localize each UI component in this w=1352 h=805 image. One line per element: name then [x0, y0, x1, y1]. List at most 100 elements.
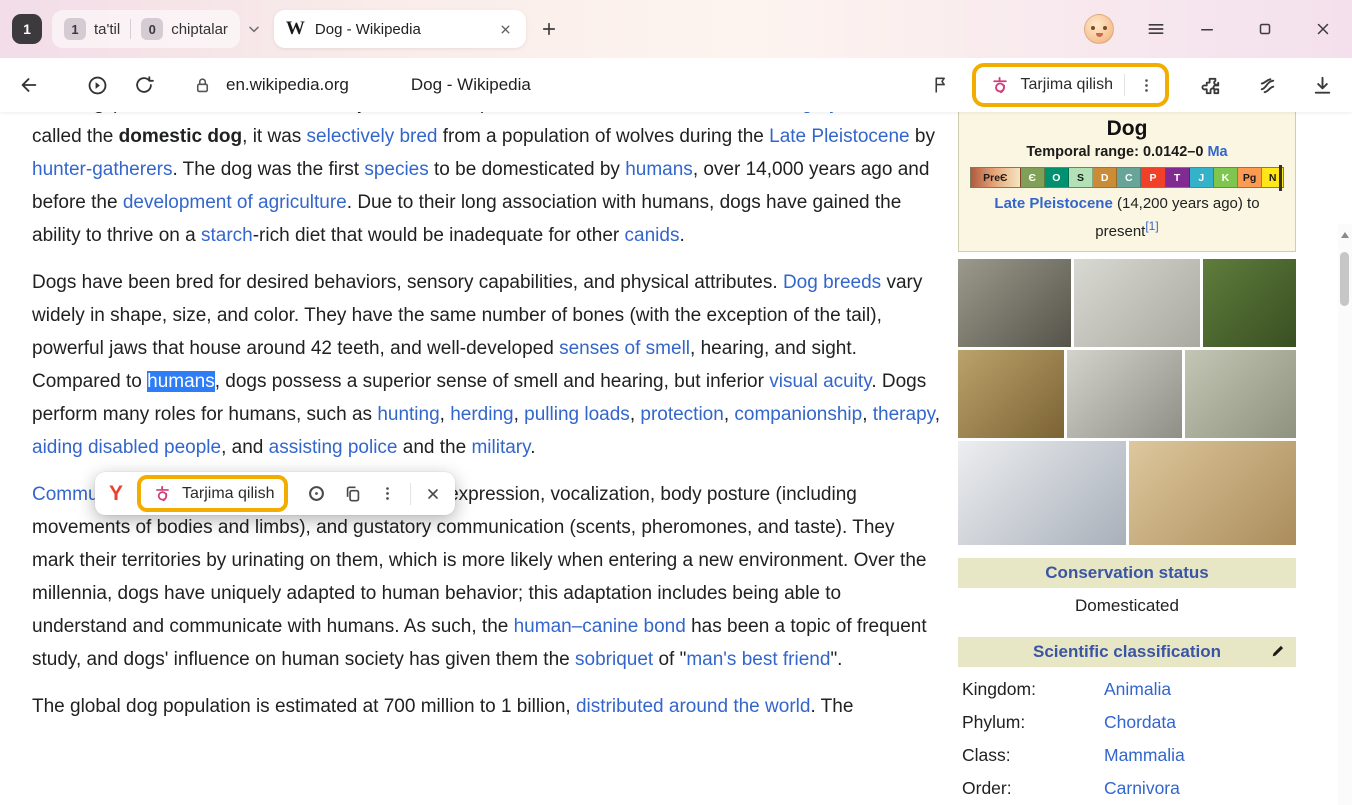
wiki-link[interactable]: canids: [625, 225, 680, 246]
dog-photo[interactable]: [1067, 350, 1183, 438]
refresh-icon[interactable]: [131, 72, 157, 98]
copy-icon[interactable]: [341, 482, 365, 506]
taxon-link[interactable]: Animalia: [1104, 679, 1171, 700]
address-page-title[interactable]: Dog - Wikipedia: [411, 75, 912, 95]
chevron-down-icon[interactable]: [244, 19, 264, 39]
timescale-segment[interactable]: Є: [1021, 168, 1045, 187]
ma-link[interactable]: Ma: [1207, 144, 1227, 160]
translate-kebab-icon[interactable]: [1136, 75, 1157, 96]
tab-group[interactable]: 0chiptalar: [141, 18, 228, 40]
text-segment: domestic dog: [119, 126, 243, 147]
text-segment: and the: [398, 437, 472, 458]
dog-photo[interactable]: [958, 350, 1064, 438]
dog-photo[interactable]: [1185, 350, 1296, 438]
translate-icon: [988, 73, 1012, 97]
text-segment: . The dog was the first: [172, 159, 364, 180]
yandex-search-button[interactable]: Y: [107, 482, 125, 506]
photo-row: [958, 441, 1296, 545]
taxon-link[interactable]: Mammalia: [1104, 745, 1185, 766]
timescale-segment[interactable]: J: [1190, 168, 1214, 187]
wiki-link[interactable]: hunting: [377, 404, 439, 425]
timescale-segment[interactable]: PreЄ: [971, 168, 1021, 187]
wiki-link[interactable]: starch: [201, 225, 253, 246]
popup-translate-button[interactable]: Tarjima qilish: [137, 475, 288, 512]
menu-icon[interactable]: [1144, 17, 1168, 41]
active-tab[interactable]: W Dog - Wikipedia: [274, 10, 526, 48]
wiki-link[interactable]: senses of smell: [559, 338, 690, 359]
article-paragraph: The dog (Canis familiaris or Canis lupus…: [32, 112, 940, 252]
wiki-link[interactable]: humans: [625, 159, 693, 180]
taxon-link[interactable]: Chordata: [1104, 712, 1176, 733]
scroll-up-arrow[interactable]: [1341, 232, 1349, 238]
collections-icon[interactable]: [1254, 72, 1281, 99]
dog-photo[interactable]: [1129, 441, 1297, 545]
dog-photo[interactable]: [1074, 259, 1200, 347]
translate-button[interactable]: Tarjima qilish: [972, 63, 1169, 107]
text-segment: or: [257, 112, 284, 114]
article-column: The dog (Canis familiaris or Canis lupus…: [32, 112, 940, 737]
wiki-link[interactable]: man's best friend: [686, 649, 830, 670]
yandex-browser-icon[interactable]: [84, 72, 111, 99]
text-segment: The: [32, 112, 70, 114]
geologic-timescale-bar[interactable]: PreЄЄOSDCPTJKPgN: [970, 167, 1284, 188]
scrollbar-thumb[interactable]: [1340, 252, 1349, 306]
wiki-link[interactable]: sobriquet: [575, 649, 653, 670]
edit-pencil-icon[interactable]: [1270, 643, 1286, 659]
timescale-segment[interactable]: K: [1214, 168, 1238, 187]
minimize-button[interactable]: [1196, 18, 1218, 40]
tab-list-button[interactable]: 1: [12, 14, 42, 44]
back-button[interactable]: [16, 72, 42, 98]
timescale-segment[interactable]: O: [1045, 168, 1069, 187]
wiki-link[interactable]: Dog breeds: [783, 272, 881, 293]
timescale-segment[interactable]: T: [1166, 168, 1190, 187]
wiki-link[interactable]: selectively bred: [307, 126, 438, 147]
dog-photo[interactable]: [958, 259, 1071, 347]
maximize-button[interactable]: [1254, 18, 1276, 40]
wiki-link[interactable]: pulling loads: [524, 404, 630, 425]
wiki-link[interactable]: development of agriculture: [123, 192, 347, 213]
wiki-link[interactable]: Late Pleistocene: [769, 126, 910, 147]
timescale-segment[interactable]: P: [1141, 168, 1165, 187]
article-paragraphs: The dog (Canis familiaris or Canis lupus…: [32, 112, 940, 723]
wiki-link[interactable]: visual acuity: [769, 371, 871, 392]
taxon-link[interactable]: Carnivora: [1104, 778, 1180, 799]
wiki-link[interactable]: companionship: [734, 404, 862, 425]
tab-groups: 1ta'til 0chiptalar: [52, 10, 240, 48]
wiki-link[interactable]: herding: [450, 404, 513, 425]
wiki-link[interactable]: distributed around the world: [576, 696, 810, 717]
site-lock-icon[interactable]: [191, 74, 214, 97]
dog-photo[interactable]: [958, 441, 1126, 545]
url-domain[interactable]: en.wikipedia.org: [226, 75, 349, 95]
wiki-link[interactable]: protection: [640, 404, 723, 425]
wiki-link[interactable]: therapy: [873, 404, 935, 425]
wiki-link[interactable]: assisting police: [269, 437, 398, 458]
timescale-segment[interactable]: C: [1117, 168, 1141, 187]
tab-group[interactable]: 1ta'til: [64, 18, 120, 40]
close-button[interactable]: [1312, 18, 1334, 40]
alice-ai-icon[interactable]: [304, 481, 329, 506]
download-icon[interactable]: [1309, 72, 1336, 99]
popup-kebab-icon[interactable]: [377, 483, 398, 504]
vertical-scrollbar[interactable]: [1338, 224, 1352, 805]
wiki-link[interactable]: species: [364, 159, 428, 180]
wiki-link[interactable]: military: [471, 437, 530, 458]
profile-avatar[interactable]: [1084, 14, 1114, 44]
wiki-link[interactable]: hunter-gatherers: [32, 159, 172, 180]
wiki-link[interactable]: gray wolf: [802, 112, 878, 114]
popup-close-icon[interactable]: [423, 484, 443, 504]
new-tab-button[interactable]: [538, 18, 560, 40]
timescale-segment[interactable]: D: [1093, 168, 1117, 187]
dog-photo[interactable]: [1203, 259, 1296, 347]
classification-row: Class:Mammalia: [962, 739, 1292, 772]
bookmark-flag-icon[interactable]: [928, 73, 952, 97]
reference-link[interactable]: [1]: [1145, 219, 1158, 233]
wiki-link[interactable]: Late Pleistocene: [994, 195, 1112, 212]
text-segment: ,: [935, 404, 940, 425]
text-segment: from a population of wolves during the: [438, 126, 770, 147]
extensions-puzzle-icon[interactable]: [1199, 72, 1226, 99]
wiki-link[interactable]: human–canine bond: [514, 616, 686, 637]
timescale-segment[interactable]: Pg: [1238, 168, 1262, 187]
tab-close-icon[interactable]: [497, 21, 514, 38]
timescale-segment[interactable]: S: [1069, 168, 1093, 187]
wiki-link[interactable]: aiding disabled people: [32, 437, 221, 458]
